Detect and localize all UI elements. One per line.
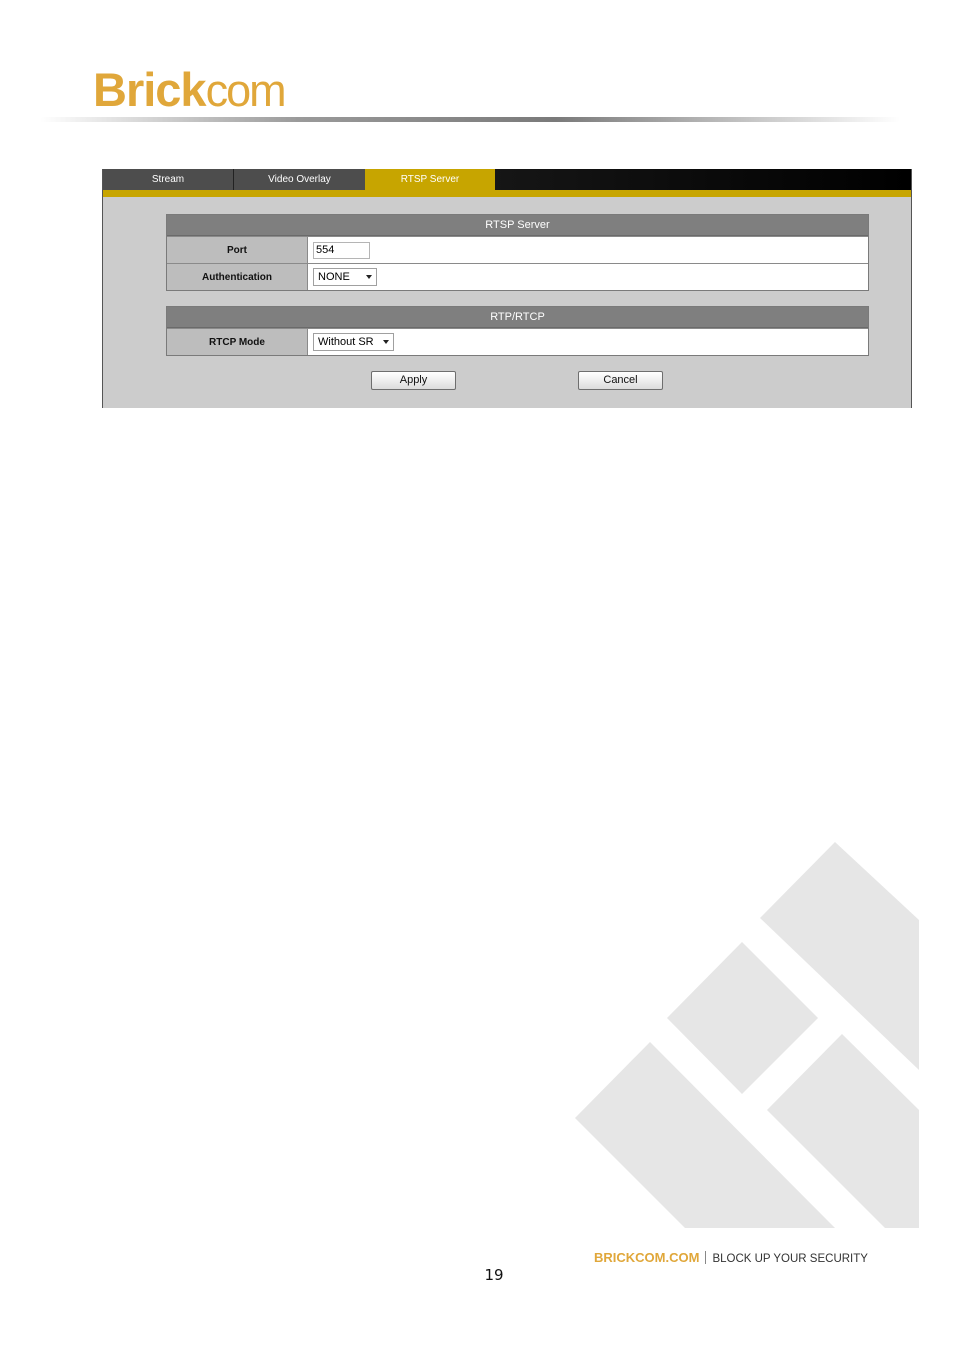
page-number: 19 <box>484 1266 504 1284</box>
rtcp-mode-row: RTCP Mode Without SR <box>167 328 868 355</box>
cancel-button[interactable]: Cancel <box>578 371 663 390</box>
authentication-row: Authentication NONE <box>167 263 868 290</box>
watermark-block-2 <box>667 942 818 1094</box>
rtsp-server-table: RTSP Server Port 554 Authentication NONE <box>166 214 869 291</box>
tab-rtsp-server[interactable]: RTSP Server <box>365 169 495 190</box>
footer-tagline: BLOCK UP YOUR SECURITY <box>712 1253 868 1265</box>
header-divider <box>40 117 900 122</box>
tab-stream[interactable]: Stream <box>103 169 234 190</box>
apply-button[interactable]: Apply <box>371 371 456 390</box>
logo-brick-text: Brick <box>93 63 207 116</box>
authentication-value-cell: NONE <box>308 264 868 290</box>
footer-brand-name: BRICKCOM.COM <box>594 1250 700 1265</box>
brick-watermark-graphic <box>575 842 919 1228</box>
rtsp-settings-panel: Stream Video Overlay RTSP Server RTSP Se… <box>102 169 912 408</box>
port-input[interactable]: 554 <box>313 241 370 259</box>
tab-video-overlay[interactable]: Video Overlay <box>234 169 365 190</box>
footer-brand: BRICKCOM.COM BLOCK UP YOUR SECURITY <box>594 1250 868 1265</box>
authentication-label: Authentication <box>167 264 308 290</box>
rtcp-mode-selected-value: Without SR <box>318 336 374 348</box>
chevron-down-icon <box>383 340 389 344</box>
authentication-selected-value: NONE <box>318 271 350 283</box>
rtcp-mode-value-cell: Without SR <box>308 329 868 355</box>
brickcom-logo: Brickcom <box>93 62 287 116</box>
port-row: Port 554 <box>167 236 868 263</box>
rtcp-mode-select[interactable]: Without SR <box>313 333 394 351</box>
port-label: Port <box>167 237 308 263</box>
footer-separator <box>705 1251 707 1264</box>
rtp-rtcp-heading: RTP/RTCP <box>167 307 868 328</box>
authentication-select[interactable]: NONE <box>313 268 377 286</box>
logo-com-text: com <box>205 65 287 116</box>
tab-underline <box>103 190 911 197</box>
chevron-down-icon <box>366 275 372 279</box>
tab-bar: Stream Video Overlay RTSP Server <box>103 169 911 190</box>
port-value-cell: 554 <box>308 237 868 263</box>
rtcp-mode-label: RTCP Mode <box>167 329 308 355</box>
rtp-rtcp-table: RTP/RTCP RTCP Mode Without SR <box>166 306 869 356</box>
rtsp-server-heading: RTSP Server <box>167 215 868 236</box>
